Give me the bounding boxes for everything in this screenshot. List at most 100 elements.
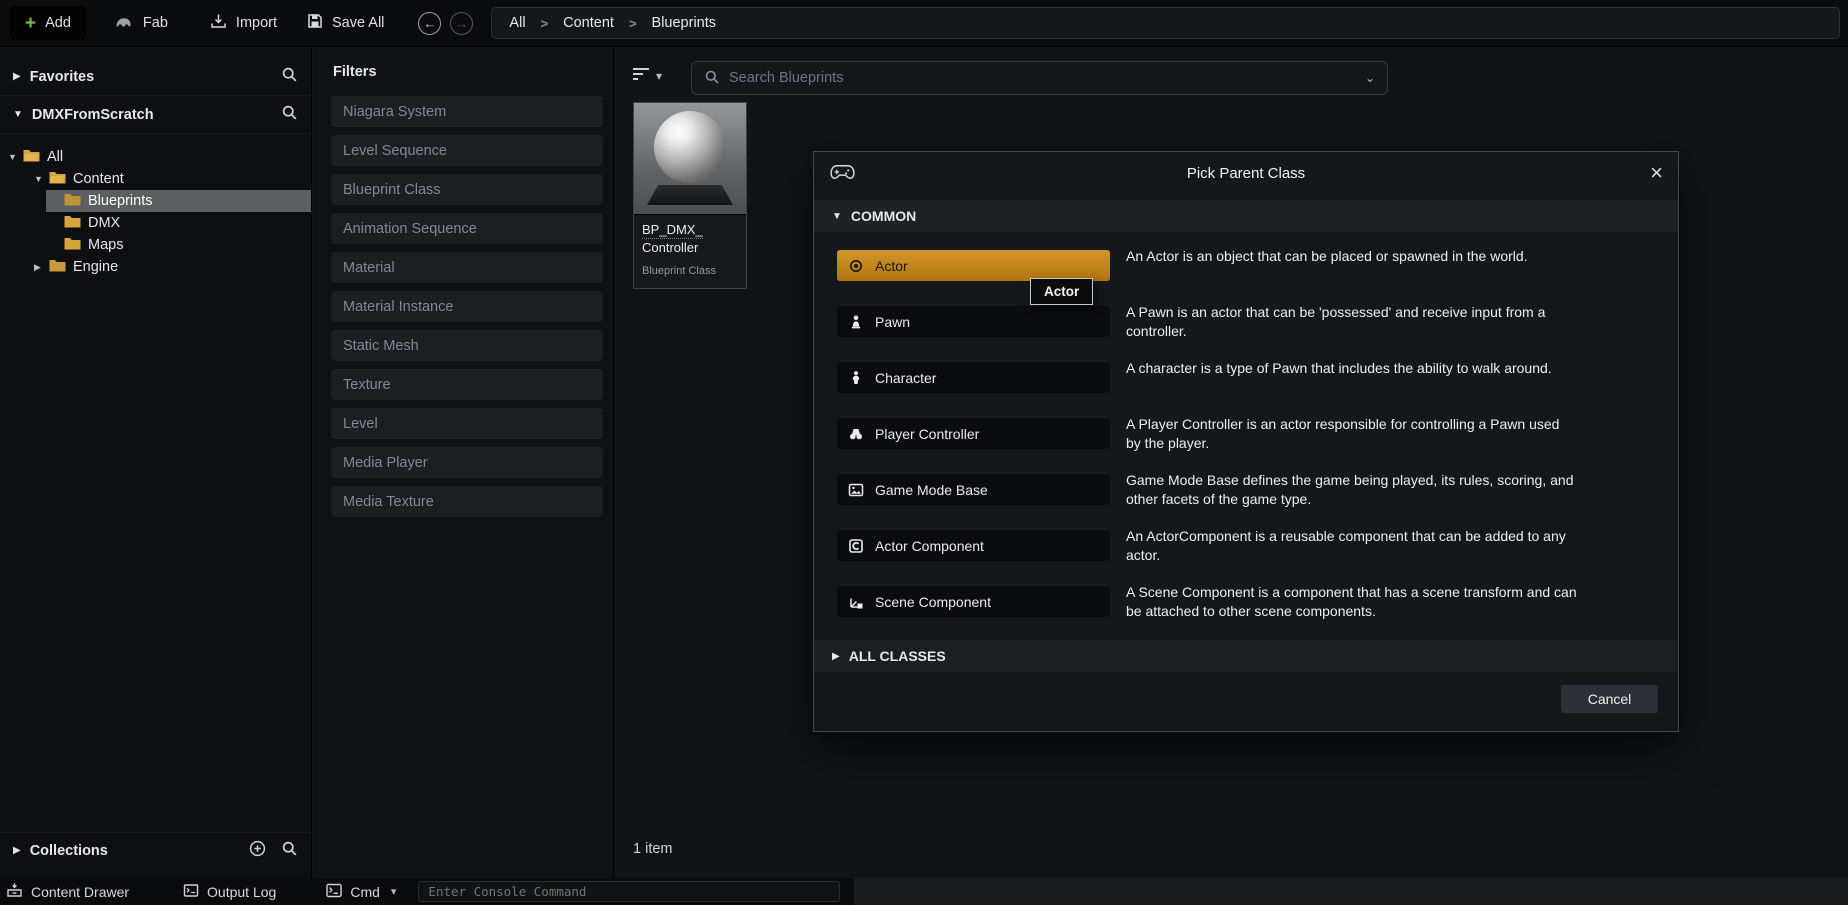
console-command-field [418,881,840,902]
chevron-down-icon[interactable]: ⌄ [1365,71,1375,85]
tree-item-label: DMX [88,215,120,231]
class-row-pawn: Pawn A Pawn is an actor that can be 'pos… [837,306,1678,337]
cmd-button[interactable]: Cmd ▾ [326,883,396,901]
class-description: An Actor is an object that can be placed… [1126,247,1578,266]
chevron-right-icon[interactable]: ▶ [34,262,49,273]
dialog-title: Pick Parent Class [814,165,1678,182]
breadcrumb-item-all[interactable]: All [509,15,525,31]
folder-icon [64,215,81,232]
class-description: A Scene Component is a component that ha… [1126,583,1578,621]
actor-icon [848,258,864,274]
save-all-icon [307,13,323,33]
forward-icon[interactable]: → [450,12,473,35]
chevron-down-icon[interactable]: ▼ [8,152,23,162]
filter-chip-material-instance[interactable]: Material Instance [331,291,603,322]
all-classes-section-header[interactable]: ▶ ALL CLASSES [814,640,1678,672]
filter-chip-media-texture[interactable]: Media Texture [331,486,603,517]
dialog-header: Pick Parent Class × [814,152,1678,194]
import-button[interactable]: Import [210,13,277,33]
class-option-player-controller[interactable]: Player Controller [837,418,1110,449]
tree-item-engine[interactable]: ▶ Engine [0,256,311,278]
close-icon[interactable]: × [1650,162,1663,184]
add-collection-icon[interactable] [249,840,266,861]
chevron-down-icon[interactable]: ▾ [391,885,397,898]
breadcrumb-separator: > [541,16,549,31]
class-option-game-mode-base[interactable]: Game Mode Base [837,474,1110,505]
class-option-actor-component[interactable]: Actor Component [837,530,1110,561]
tree-item-label: Content [73,171,124,187]
add-button-label: Add [45,15,71,31]
parent-class-list: Actor An Actor is an object that can be … [814,250,1678,617]
back-icon[interactable]: ← [418,12,441,35]
folder-icon [49,259,66,276]
chevron-right-icon: ▶ [13,71,21,82]
tree-item-maps[interactable]: Maps [0,234,311,256]
filter-chip-static-mesh[interactable]: Static Mesh [331,330,603,361]
console-command-input[interactable] [428,884,830,899]
class-description: Game Mode Base defines the game being pl… [1126,471,1578,509]
sources-sidebar: ▶ Favorites ▼ DMXFromScratch ▼ All ▼ Con… [0,48,312,878]
project-header[interactable]: ▼ DMXFromScratch [0,96,311,134]
pick-parent-class-dialog: Pick Parent Class × ▼ COMMON Actor An Ac… [813,151,1679,732]
breadcrumb-item-blueprints[interactable]: Blueprints [652,15,716,31]
output-log-label: Output Log [207,884,276,900]
filters-title: Filters [313,48,613,88]
asset-thumbnail [634,103,746,215]
fab-button[interactable]: Fab [114,14,168,33]
common-section-header[interactable]: ▼ COMMON [814,200,1678,232]
filter-chip-material[interactable]: Material [331,252,603,283]
tree-item-label: All [47,149,63,165]
filter-chip-niagara-system[interactable]: Niagara System [331,96,603,127]
unreal-editor-window: + Add Fab Import Save All ← → All > Cont… [0,0,1848,905]
search-input[interactable] [729,70,1356,86]
fab-button-label: Fab [143,15,168,31]
filter-chip-animation-sequence[interactable]: Animation Sequence [331,213,603,244]
tree-item-content[interactable]: ▼ Content [0,168,311,190]
filter-chip-blueprint-class[interactable]: Blueprint Class [331,174,603,205]
class-option-pawn[interactable]: Pawn [837,306,1110,337]
class-row-player-controller: Player Controller A Player Controller is… [837,418,1678,449]
cmd-label: Cmd [350,884,380,900]
class-option-character[interactable]: Character [837,362,1110,393]
class-option-scene-component[interactable]: Scene Component [837,586,1110,617]
class-row-game-mode-base: Game Mode Base Game Mode Base defines th… [837,474,1678,505]
actor-component-icon [848,538,864,554]
search-icon[interactable] [281,840,298,861]
filter-chip-media-player[interactable]: Media Player [331,447,603,478]
filter-chip-texture[interactable]: Texture [331,369,603,400]
content-drawer-button[interactable]: Content Drawer [6,882,129,901]
tree-item-blueprints[interactable]: Blueprints [46,190,311,212]
main-toolbar: + Add Fab Import Save All ← → All > Cont… [0,0,1848,47]
cancel-button[interactable]: Cancel [1561,685,1658,713]
actor-tooltip: Actor [1030,278,1093,305]
search-icon[interactable] [281,104,298,125]
class-description: A Pawn is an actor that can be 'possesse… [1126,303,1578,341]
filter-chip-level[interactable]: Level [331,408,603,439]
class-row-character: Character A character is a type of Pawn … [837,362,1678,393]
content-drawer-label: Content Drawer [31,884,129,900]
save-all-button[interactable]: Save All [307,13,384,33]
tree-item-all[interactable]: ▼ All [0,146,311,168]
chevron-down-icon[interactable]: ▼ [34,174,49,184]
search-bar: ⌄ [691,61,1388,95]
tree-item-dmx[interactable]: DMX [0,212,311,234]
filter-chip-level-sequence[interactable]: Level Sequence [331,135,603,166]
filters-panel: Filters Niagara System Level Sequence Bl… [313,48,614,878]
add-button[interactable]: + Add [10,6,86,40]
chevron-right-icon: ▶ [13,845,21,856]
player-controller-icon [848,426,864,442]
class-description: A character is a type of Pawn that inclu… [1126,359,1578,378]
filter-options-button[interactable]: ▾ [631,66,662,85]
collections-label: Collections [30,843,108,859]
class-option-actor[interactable]: Actor [837,250,1110,281]
class-description: A Player Controller is an actor responsi… [1126,415,1578,453]
breadcrumb: All > Content > Blueprints [491,7,1840,39]
breadcrumb-item-content[interactable]: Content [563,15,614,31]
item-count: 1 item [633,841,673,857]
search-icon[interactable] [281,66,298,87]
asset-tile-bp-dmx-controller[interactable]: BP_DMX_ Controller Blueprint Class [633,102,747,289]
output-log-button[interactable]: Output Log [183,883,276,901]
collections-header[interactable]: ▶ Collections [0,832,311,868]
favorites-header[interactable]: ▶ Favorites [0,58,311,96]
class-row-scene-component: Scene Component A Scene Component is a c… [837,586,1678,617]
